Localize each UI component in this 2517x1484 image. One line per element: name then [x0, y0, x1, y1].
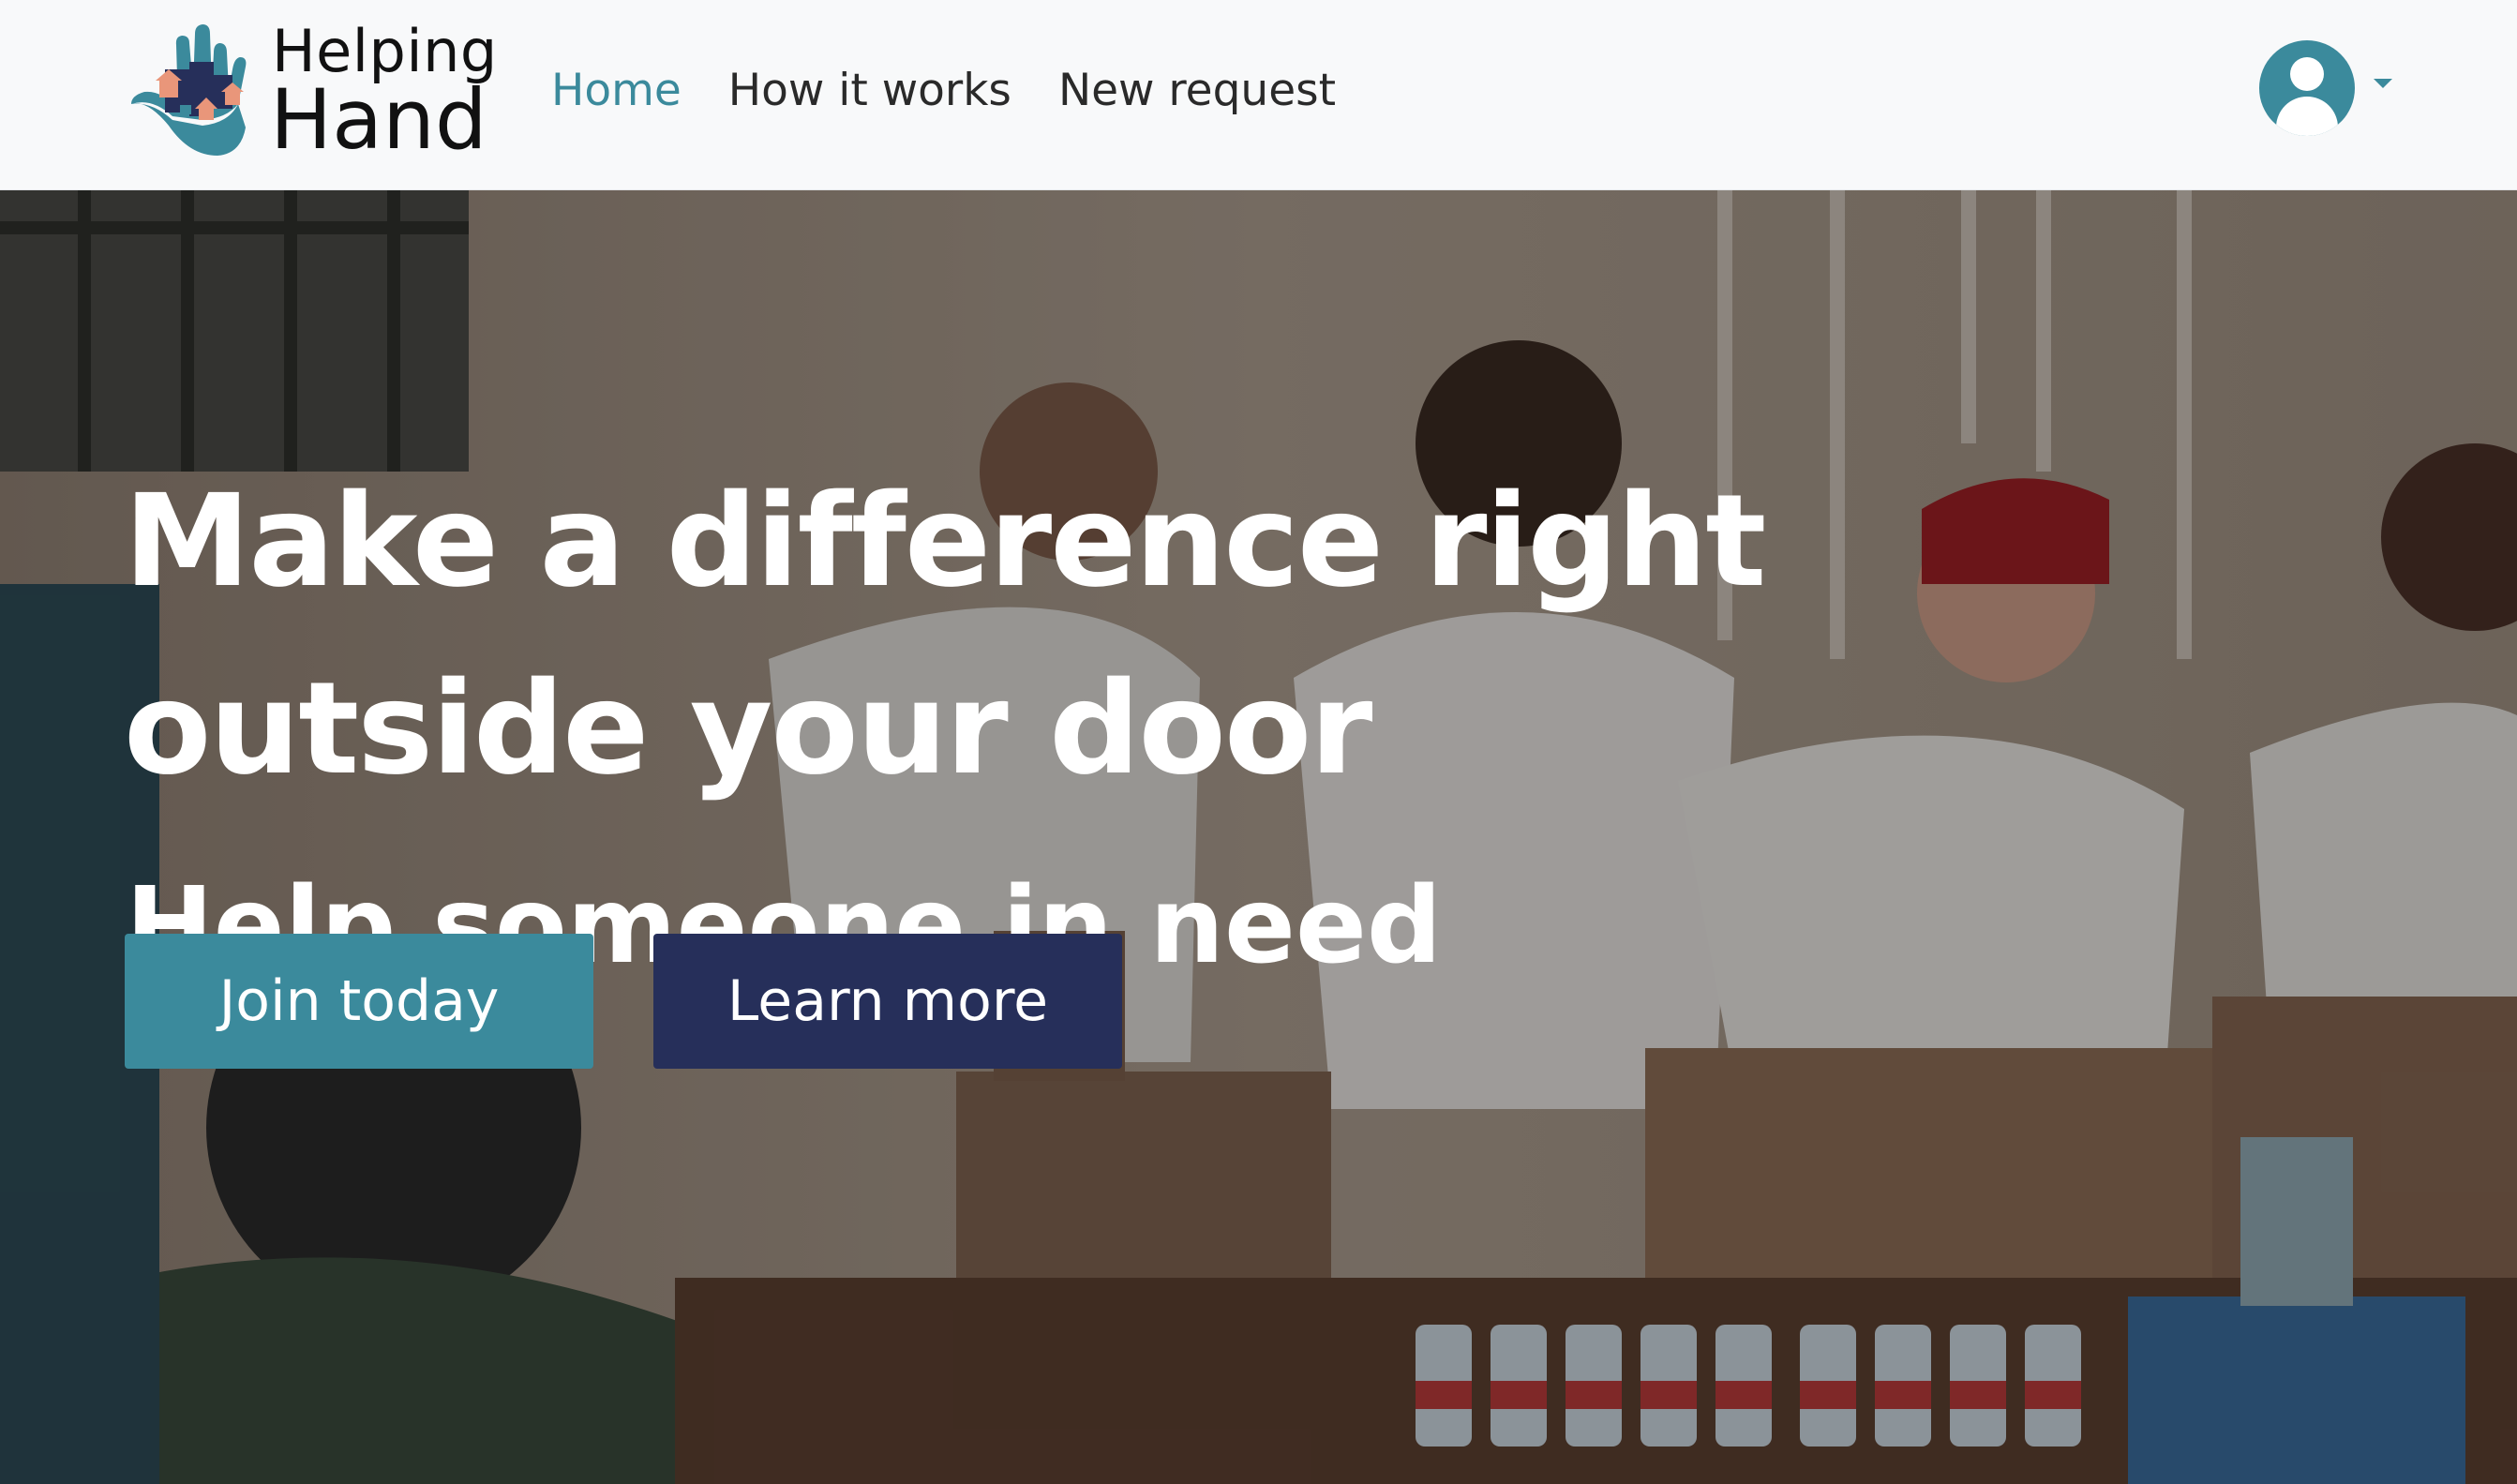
main-nav: Home How it works New request: [551, 58, 1336, 124]
learn-more-button[interactable]: Learn more: [653, 934, 1122, 1069]
hero-dark-overlay: [0, 190, 2517, 1484]
hero-section: Make a difference right outside your doo…: [0, 190, 2517, 1484]
hand-with-houses-icon: [131, 24, 247, 156]
nav-link-new-request[interactable]: New request: [1058, 58, 1336, 124]
user-menu-toggle[interactable]: [2259, 40, 2400, 138]
caret-down-icon[interactable]: [2374, 79, 2392, 88]
nav-link-home[interactable]: Home: [551, 58, 682, 124]
brand-name-line2: Hand: [270, 71, 487, 168]
hero-headline-line2: outside your door: [124, 655, 1372, 803]
user-avatar-icon: [2259, 40, 2355, 136]
nav-link-how-it-works[interactable]: How it works: [728, 58, 1011, 124]
top-navbar: Helping Hand Home How it works New reque…: [0, 0, 2517, 190]
hero-headline-line1: Make a difference right: [124, 468, 1766, 616]
brand-home-link[interactable]: Helping Hand: [124, 15, 497, 170]
hero-headline: Make a difference right outside your doo…: [124, 448, 1905, 823]
join-today-button[interactable]: Join today: [125, 934, 593, 1069]
